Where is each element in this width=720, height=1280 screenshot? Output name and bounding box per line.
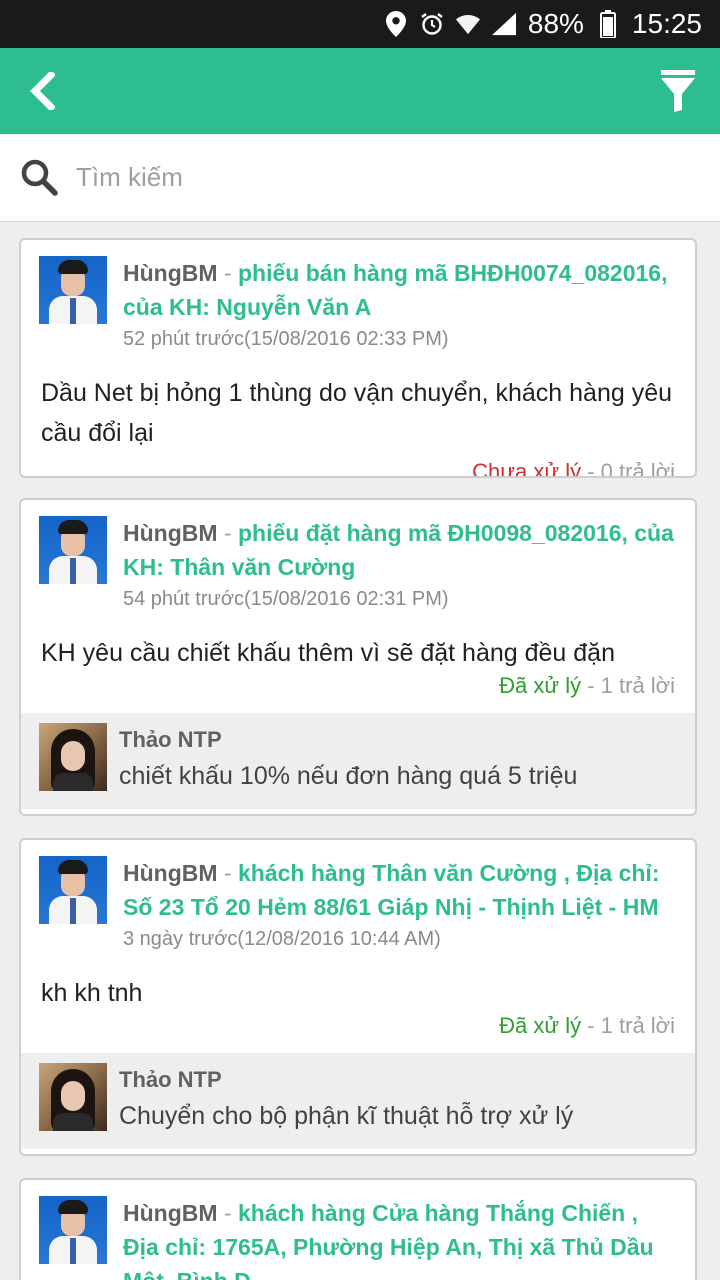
post-title: HùngBM - khách hàng Thân văn Cường , Địa… bbox=[123, 856, 677, 924]
signal-icon bbox=[491, 10, 516, 38]
reply-item: Thảo NTP chiết khấu 10% nếu đơn hàng quá… bbox=[21, 713, 695, 809]
battery-icon bbox=[596, 10, 620, 38]
reply-count: - 1 trả lời bbox=[581, 673, 675, 698]
search-input[interactable] bbox=[76, 162, 700, 193]
feedback-card[interactable]: HùngBM - khách hàng Cửa hàng Thắng Chiến… bbox=[19, 1178, 697, 1280]
avatar bbox=[39, 1196, 107, 1264]
battery-percent: 88% bbox=[527, 8, 584, 39]
reply-avatar bbox=[39, 1063, 107, 1131]
status-badge: Đã xử lý bbox=[499, 1013, 582, 1038]
post-title: HùngBM - phiếu bán hàng mã BHĐH0074_0820… bbox=[123, 256, 677, 324]
wifi-icon bbox=[455, 10, 480, 38]
avatar bbox=[39, 856, 107, 924]
back-button[interactable] bbox=[22, 66, 62, 116]
reply-text: chiết khấu 10% nếu đơn hàng quá 5 triệu bbox=[119, 762, 578, 790]
reply-avatar bbox=[39, 723, 107, 791]
filter-button[interactable] bbox=[658, 66, 698, 116]
feedback-card[interactable]: HùngBM - phiếu bán hàng mã BHĐH0074_0820… bbox=[19, 238, 697, 478]
location-icon bbox=[384, 10, 408, 38]
avatar bbox=[39, 256, 107, 324]
author-name: HùngBM bbox=[123, 260, 218, 286]
status-badge: Chưa xử lý bbox=[472, 459, 582, 478]
post-content: KH yêu cầu chiết khấu thêm vì sẽ đặt hàn… bbox=[41, 639, 615, 667]
author-name: HùngBM bbox=[123, 1200, 218, 1226]
filter-icon bbox=[661, 70, 695, 112]
title-separator: - bbox=[217, 1200, 238, 1226]
post-title: HùngBM - phiếu đặt hàng mã ĐH0098_082016… bbox=[123, 516, 677, 584]
post-status-line: Đã xử lý - 1 trả lời bbox=[21, 1013, 695, 1053]
reply-author: Thảo NTP bbox=[119, 1067, 222, 1092]
feedback-card[interactable]: HùngBM - phiếu đặt hàng mã ĐH0098_082016… bbox=[19, 498, 697, 816]
author-name: HùngBM bbox=[123, 520, 218, 546]
clock: 15:25 bbox=[631, 8, 702, 39]
reply-text: Chuyển cho bộ phận kĩ thuật hỗ trợ xử lý bbox=[119, 1102, 574, 1130]
post-content: Dầu Net bị hỏng 1 thùng do vận chuyển, k… bbox=[41, 379, 673, 447]
feedback-card[interactable]: HùngBM - khách hàng Thân văn Cường , Địa… bbox=[19, 838, 697, 1156]
status-badge: Đã xử lý bbox=[499, 673, 582, 698]
post-content: kh kh tnh bbox=[41, 979, 143, 1007]
reply-count: - 0 trả lời bbox=[581, 459, 675, 478]
reply-item: Thảo NTP Chuyển cho bộ phận kĩ thuật hỗ … bbox=[21, 1053, 695, 1149]
feed-list: HùngBM - phiếu bán hàng mã BHĐH0074_0820… bbox=[0, 222, 720, 1280]
title-separator: - bbox=[217, 860, 238, 886]
reply-count: - 1 trả lời bbox=[581, 1013, 675, 1038]
search-icon bbox=[20, 158, 60, 198]
post-status-line: Đã xử lý - 1 trả lời bbox=[21, 673, 695, 713]
alarm-icon bbox=[420, 10, 444, 38]
post-status-line: Chưa xử lý - 0 trả lời bbox=[21, 459, 695, 478]
post-title: HùngBM - khách hàng Cửa hàng Thắng Chiến… bbox=[123, 1196, 677, 1280]
search-bar bbox=[0, 134, 720, 222]
avatar bbox=[39, 516, 107, 584]
title-separator: - bbox=[217, 520, 238, 546]
reply-author: Thảo NTP bbox=[119, 727, 222, 752]
chevron-left-icon bbox=[30, 72, 55, 110]
author-name: HùngBM bbox=[123, 860, 218, 886]
title-separator: - bbox=[217, 260, 238, 286]
post-time: 52 phút trước(15/08/2016 02:33 PM) bbox=[123, 328, 449, 350]
post-time: 54 phút trước(15/08/2016 02:31 PM) bbox=[123, 588, 449, 610]
post-time: 3 ngày trước(12/08/2016 10:44 AM) bbox=[123, 928, 441, 950]
app-bar bbox=[0, 48, 720, 134]
status-bar: 88% 15:25 bbox=[0, 0, 720, 48]
